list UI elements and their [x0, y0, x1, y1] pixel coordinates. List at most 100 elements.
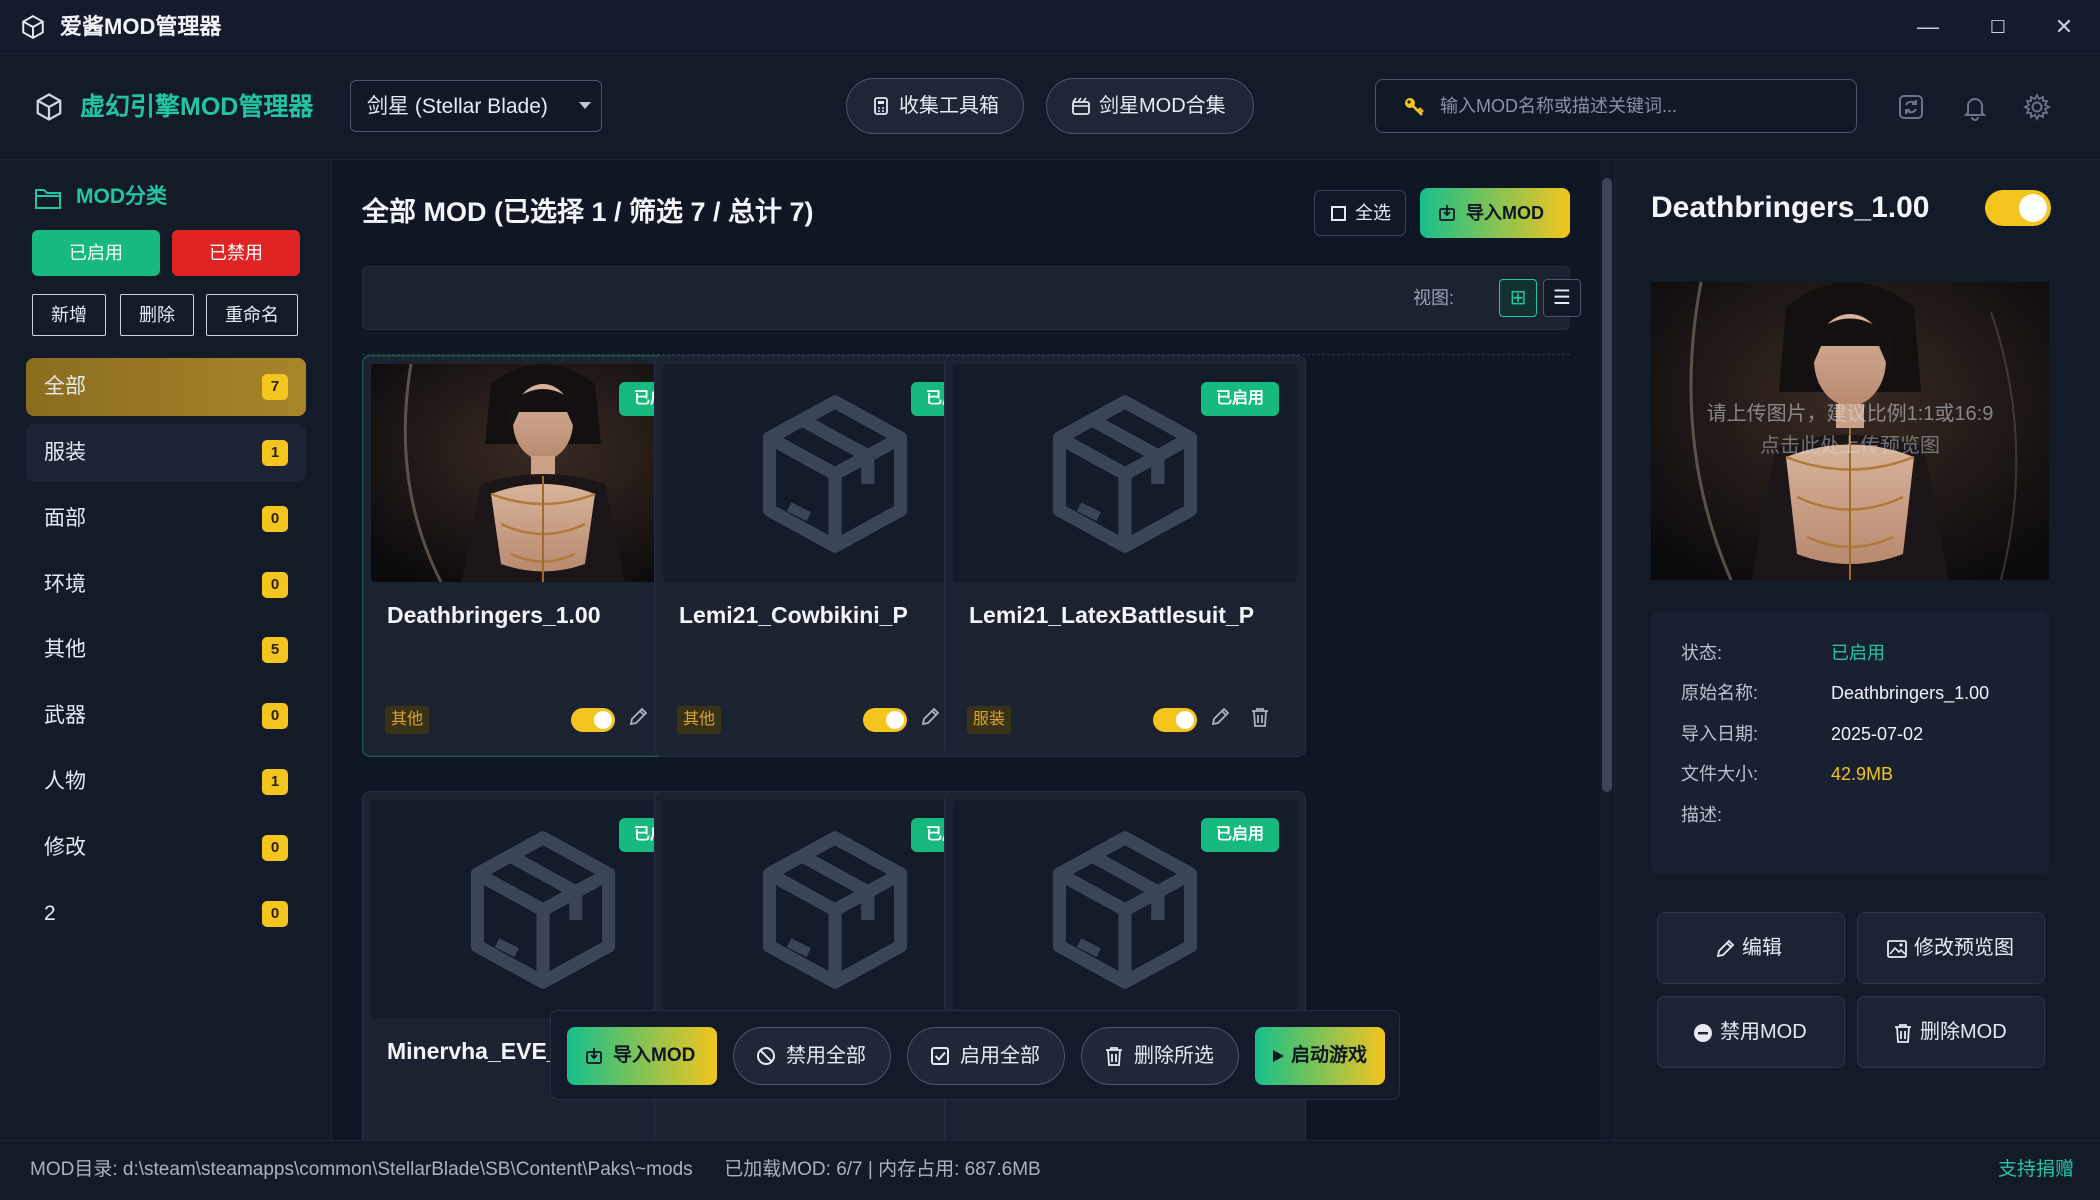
mod-thumbnail: 已启用 [953, 364, 1297, 582]
toolbox-button[interactable]: 收集工具箱 [846, 78, 1024, 134]
mod-name: Lemi21_Cowbikini_P [679, 602, 908, 628]
trash-icon[interactable] [1249, 706, 1271, 728]
category-modify[interactable]: 修改 0 [26, 819, 306, 877]
chevron-down-icon [579, 102, 591, 109]
disable-mod-label: 禁用MOD [1720, 1021, 1807, 1043]
rename-category-button[interactable]: 重命名 [206, 294, 298, 336]
grid-view-button[interactable]: ⊞ [1499, 279, 1537, 317]
calculator-icon [874, 97, 888, 115]
list-view-button[interactable]: ☰ [1543, 279, 1581, 317]
category-2[interactable]: 2 0 [26, 885, 306, 943]
mod-name: Minervha_EVE_ [387, 1038, 560, 1064]
mod-enable-toggle[interactable] [1153, 708, 1197, 732]
edit-pencil-icon[interactable] [919, 706, 941, 728]
scrollbar-thumb[interactable] [1602, 178, 1612, 792]
select-all-label: 全选 [1355, 203, 1391, 223]
category-label: 全部 [44, 375, 86, 398]
status-badge: 已启用 [1201, 818, 1279, 852]
mod-enable-toggle[interactable] [863, 708, 907, 732]
mod-category-tag: 服装 [967, 706, 1012, 734]
edit-pencil-icon[interactable] [1209, 706, 1231, 728]
mod-collection-label: 剑星MOD合集 [1099, 95, 1226, 117]
checkbox-checked-icon [931, 1047, 949, 1065]
edit-pencil-icon [1716, 939, 1735, 958]
gear-icon[interactable] [2022, 92, 2052, 122]
import-mod-button[interactable]: 导入MOD [567, 1027, 717, 1085]
view-toolbar: 视图: ⊞ ☰ [362, 266, 1581, 330]
delete-selected-button[interactable]: 删除所选 [1081, 1027, 1239, 1085]
enable-all-button[interactable]: 启用全部 [907, 1027, 1065, 1085]
category-all[interactable]: 全部 7 [26, 358, 306, 416]
import-box-icon [1439, 205, 1455, 221]
package-placeholder-icon [1052, 831, 1198, 989]
preview-hint-secondary: 点击此处上传预览图 [1760, 435, 1940, 457]
category-title: MOD分类 [76, 185, 167, 208]
mod-category-tag: 其他 [677, 706, 722, 734]
ban-icon [757, 1047, 775, 1065]
app-header: 虚幻引擎MOD管理器 剑星 (Stellar Blade) 收集工具箱 剑星MO… [0, 54, 2100, 160]
start-game-button[interactable]: 启动游戏 [1255, 1027, 1385, 1085]
minimize-button[interactable]: — [1906, 10, 1950, 44]
floating-action-bar: 导入MOD 禁用全部 启用全部 删除所选 启动游戏 [550, 1010, 1400, 1100]
mod-card[interactable]: 已启用 Lemi21_LatexBattlesuit_P 服装 [944, 355, 1306, 757]
status-text: MOD目录: d:\steam\steamapps\common\Stellar… [30, 1159, 1041, 1180]
minus-circle-icon [1694, 1024, 1712, 1042]
category-clothing[interactable]: 服装 1 [26, 424, 306, 482]
enable-all-label: 启用全部 [960, 1045, 1040, 1067]
filter-enabled-button[interactable]: 已启用 [32, 230, 160, 276]
delete-category-button[interactable]: 删除 [120, 294, 194, 336]
game-select[interactable]: 剑星 (Stellar Blade) [350, 80, 602, 132]
disable-mod-button[interactable]: 禁用MOD [1657, 996, 1845, 1068]
refresh-icon[interactable] [1896, 92, 1926, 122]
category-count-badge: 0 [262, 835, 288, 861]
delete-mod-button[interactable]: 删除MOD [1857, 996, 2045, 1068]
category-label: 2 [44, 902, 56, 925]
info-key: 描述: [1681, 805, 1723, 825]
category-label: 面部 [44, 507, 86, 530]
mod-thumbnail: 已启用 [953, 800, 1297, 1018]
edit-pencil-icon[interactable] [627, 706, 649, 728]
mod-collection-button[interactable]: 剑星MOD合集 [1046, 78, 1254, 134]
search-input[interactable] [1440, 92, 1840, 120]
category-count-badge: 1 [262, 769, 288, 795]
edit-button[interactable]: 编辑 [1657, 912, 1845, 984]
search-box[interactable] [1375, 79, 1857, 133]
mod-info-card: 状态: 已启用 原始名称: Deathbringers_1.00 导入日期: 2… [1651, 612, 2049, 874]
page-title: 全部 MOD (已选择 1 / 筛选 7 / 总计 7) [362, 197, 814, 227]
checkbox-icon [1331, 206, 1346, 221]
mod-enable-toggle[interactable] [571, 708, 615, 732]
delete-mod-label: 删除MOD [1920, 1021, 2007, 1043]
view-label: 视图: [1413, 288, 1455, 308]
add-category-button[interactable]: 新增 [32, 294, 106, 336]
detail-enable-toggle[interactable] [1985, 190, 2051, 226]
category-face[interactable]: 面部 0 [26, 490, 306, 548]
select-all-button[interactable]: 全选 [1314, 190, 1406, 236]
category-character[interactable]: 人物 1 [26, 753, 306, 811]
donate-link[interactable]: 支持捐赠 [1998, 1157, 2074, 1183]
delete-selected-label: 删除所选 [1134, 1045, 1214, 1067]
preview-image-upload[interactable]: 请上传图片，建议比例1:1或16:9 点击此处上传预览图 [1651, 282, 2049, 580]
close-button[interactable]: ✕ [2042, 10, 2086, 44]
app-title: 虚幻引擎MOD管理器 [80, 93, 314, 121]
info-value: 2025-07-02 [1831, 724, 1924, 744]
disable-all-label: 禁用全部 [786, 1045, 866, 1067]
filter-disabled-button[interactable]: 已禁用 [172, 230, 300, 276]
category-count-badge: 7 [262, 374, 288, 400]
maximize-button[interactable]: ☐ [1976, 10, 2020, 44]
info-value: 已启用 [1831, 643, 1885, 663]
bell-icon[interactable] [1960, 92, 1990, 122]
category-other[interactable]: 其他 5 [26, 621, 306, 679]
change-preview-label: 修改预览图 [1914, 937, 2014, 959]
import-mod-label: 导入MOD [613, 1045, 696, 1066]
import-box-icon [586, 1048, 602, 1064]
change-preview-button[interactable]: 修改预览图 [1857, 912, 2045, 984]
import-mod-button[interactable]: 导入MOD [1420, 188, 1570, 238]
category-sidebar: MOD分类 已启用 已禁用 新增 删除 重命名 全部 7 服装 1 面部 0 环… [0, 160, 332, 1140]
category-weapon[interactable]: 武器 0 [26, 687, 306, 745]
app-logo-icon [36, 93, 62, 121]
category-environment[interactable]: 环境 0 [26, 556, 306, 614]
category-label: 服装 [44, 441, 86, 464]
trash-icon [1895, 1024, 1911, 1043]
window-title: 爱酱MOD管理器 [60, 14, 222, 39]
disable-all-button[interactable]: 禁用全部 [733, 1027, 891, 1085]
